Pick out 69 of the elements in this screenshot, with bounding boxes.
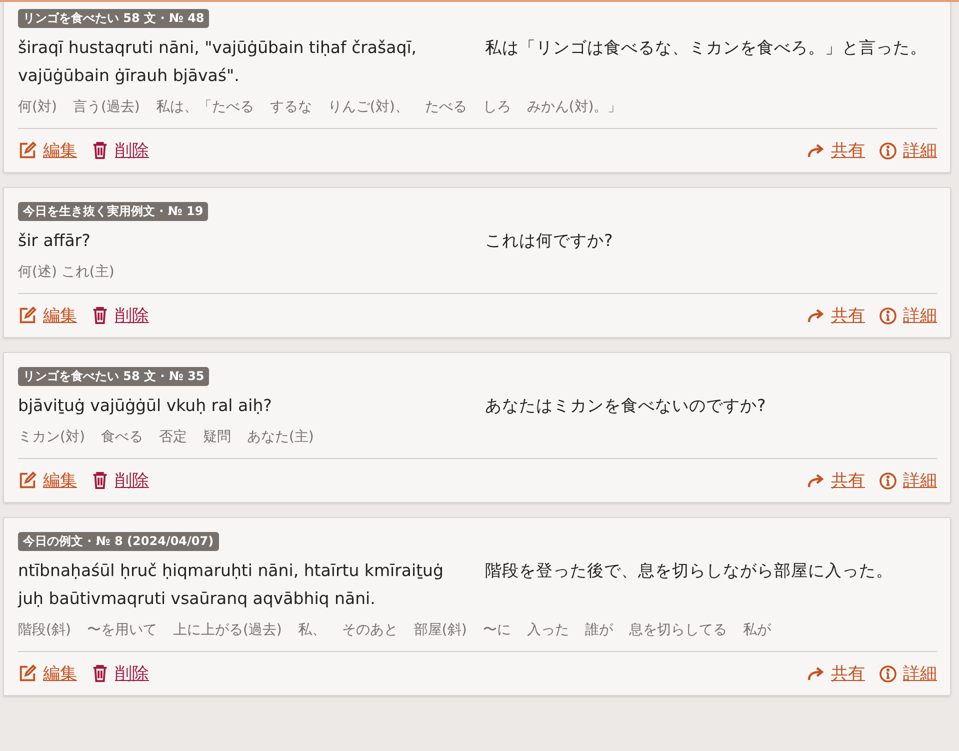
gloss-word: 階段(斜) bbox=[18, 621, 71, 639]
edit-icon bbox=[18, 306, 37, 325]
translation-text: あなたはミカンを食べないのですか? bbox=[485, 395, 767, 417]
gloss-word: するな bbox=[270, 98, 312, 116]
info-icon bbox=[879, 306, 897, 324]
gloss-word: 部屋(斜) bbox=[414, 621, 467, 639]
info-icon bbox=[879, 472, 897, 490]
trash-icon bbox=[91, 306, 109, 325]
source-badge: 今日を生き抜く実用例文 · № 19 bbox=[18, 202, 208, 221]
sentence-text: ntībnaḥaśūl ḥruč ḥiqmaruḥti nāni, htaīrtu kmīraiṯuġ juḥ baūtivmaqruti vsaūranq aqvābhiq nāni. bbox=[18, 560, 444, 610]
details-link[interactable]: 詳細 bbox=[879, 662, 937, 685]
edit-link[interactable]: 編集 bbox=[18, 469, 77, 492]
gloss-word: 〜を用いて bbox=[86, 621, 157, 639]
share-icon bbox=[807, 308, 825, 324]
share-link[interactable]: 共有 bbox=[807, 304, 865, 327]
source-badge: リンゴを食べたい 58 文 · № 35 bbox=[18, 367, 210, 386]
gloss-word: 何(対) bbox=[18, 98, 57, 116]
gloss-word: たべる bbox=[424, 98, 467, 116]
gloss-word: 私は、「たべる bbox=[156, 98, 254, 116]
edit-link[interactable]: 編集 bbox=[18, 304, 77, 327]
translation-text: 私は「リンゴは食べるな、ミカンを食べろ。」と言った。 bbox=[485, 37, 928, 59]
delete-link[interactable]: 削除 bbox=[91, 139, 149, 162]
gloss-word: ミカン(対) bbox=[18, 428, 85, 446]
gloss-word: みかん(対)。」 bbox=[526, 98, 622, 116]
gloss-word: 入った bbox=[526, 621, 569, 639]
gloss-word: 私、 bbox=[298, 621, 326, 639]
translation-text: これは何ですか? bbox=[485, 230, 614, 252]
edit-link[interactable]: 編集 bbox=[18, 139, 77, 162]
info-icon bbox=[879, 664, 897, 682]
info-icon bbox=[879, 142, 897, 160]
source-badge: 今日の例文 · № 8 (2024/04/07) bbox=[18, 532, 219, 551]
source-badge: リンゴを食べたい 58 文 · № 48 bbox=[18, 9, 210, 28]
gloss-word: りんご(対)、 bbox=[328, 98, 409, 116]
edit-icon bbox=[18, 664, 37, 683]
gloss-word: 息を切らしてる bbox=[628, 621, 727, 639]
delete-link[interactable]: 削除 bbox=[91, 469, 149, 492]
gloss-word: 食べる bbox=[100, 428, 143, 446]
gloss-word: 否定 bbox=[158, 428, 187, 446]
share-link[interactable]: 共有 bbox=[807, 662, 865, 685]
sentence-text: širaqī hustaqruti nāni, "vajūġūbain tiḥaf črašaqī, vajūġūbain ġīrauh bjāvaś". bbox=[18, 37, 418, 87]
gloss-word: 誰が bbox=[584, 621, 613, 639]
gloss-word: 疑問 bbox=[202, 428, 231, 446]
edit-link[interactable]: 編集 bbox=[18, 662, 77, 685]
delete-link[interactable]: 削除 bbox=[91, 662, 149, 685]
trash-icon bbox=[91, 664, 109, 683]
sentence-text: šir affār? bbox=[18, 230, 92, 252]
gloss-word: 〜に bbox=[482, 621, 511, 639]
trash-icon bbox=[91, 141, 109, 160]
gloss-word: しろ bbox=[482, 98, 511, 116]
edit-icon bbox=[18, 141, 37, 160]
sentence-text: bjāviṯuġ vajūġġūl vkuḥ ral aiḥ? bbox=[18, 395, 273, 417]
share-icon bbox=[807, 472, 825, 488]
trash-icon bbox=[91, 471, 109, 490]
details-link[interactable]: 詳細 bbox=[879, 139, 937, 162]
delete-link[interactable]: 削除 bbox=[91, 304, 149, 327]
gloss-word: そのあと bbox=[342, 621, 398, 639]
share-icon bbox=[807, 142, 825, 158]
edit-icon bbox=[18, 471, 37, 490]
gloss-word: 私が bbox=[742, 621, 771, 639]
share-link[interactable]: 共有 bbox=[807, 139, 865, 162]
gloss-word: 上に上がる(過去) bbox=[172, 621, 282, 639]
details-link[interactable]: 詳細 bbox=[879, 469, 937, 492]
gloss-word: 何(述) これ(主) bbox=[18, 263, 114, 281]
translation-text: 階段を登った後で、息を切らしながら部屋に入った。 bbox=[485, 560, 894, 582]
gloss-word: あなた(主) bbox=[246, 428, 314, 446]
share-icon bbox=[807, 666, 825, 682]
share-link[interactable]: 共有 bbox=[807, 469, 865, 492]
gloss-word: 言う(過去) bbox=[72, 98, 140, 116]
details-link[interactable]: 詳細 bbox=[879, 304, 937, 327]
